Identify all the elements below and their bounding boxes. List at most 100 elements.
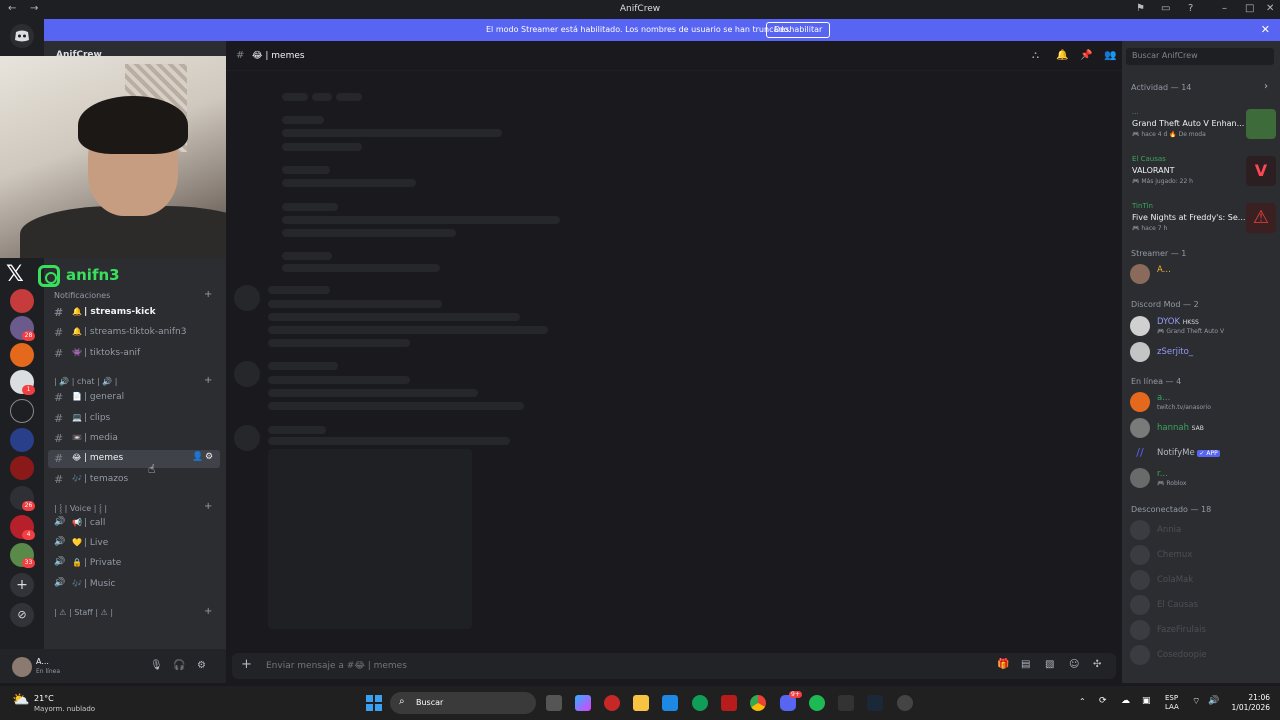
avatar[interactable] xyxy=(12,657,32,677)
add-channel-icon[interactable]: + xyxy=(204,375,212,386)
server-icon[interactable]: 4 xyxy=(10,515,35,540)
discord-home-icon[interactable] xyxy=(10,24,34,48)
help-icon[interactable]: ? xyxy=(1188,3,1193,14)
channel-streams-kick[interactable]: # 🔔 | streams-kick xyxy=(48,304,220,322)
chrome-icon[interactable] xyxy=(750,695,766,711)
message-input[interactable] xyxy=(266,658,866,674)
app-icon[interactable] xyxy=(721,695,737,711)
channel-general[interactable]: # 📄 | general xyxy=(48,389,220,407)
member-list-icon[interactable]: 👥 xyxy=(1104,50,1116,61)
server-icon[interactable] xyxy=(10,428,34,452)
server-icon[interactable] xyxy=(10,399,34,423)
add-server-icon[interactable]: + xyxy=(10,573,34,597)
channel-media[interactable]: # 📼 | media xyxy=(48,430,220,448)
chevron-up-icon[interactable]: ⌃ xyxy=(1079,697,1086,706)
member-item[interactable]: // NotifyMe ✓ APP xyxy=(1130,442,1276,466)
pin-icon[interactable]: 📌 xyxy=(1080,50,1092,61)
minimize-icon[interactable]: – xyxy=(1222,3,1227,14)
gift-icon[interactable]: 🎁 xyxy=(997,659,1009,670)
spotify-icon[interactable] xyxy=(809,695,825,711)
voice-channel-call[interactable]: 🔊 📢 | call xyxy=(48,515,220,533)
tray-icon[interactable]: ▣ xyxy=(1142,696,1151,706)
member-item[interactable]: Annia xyxy=(1130,519,1276,543)
discord-taskbar-icon[interactable]: 9+ xyxy=(780,691,802,711)
bell-icon[interactable]: 🔔 xyxy=(1056,50,1068,61)
member-item[interactable]: ColaMak xyxy=(1130,569,1276,593)
channel-streams-tiktok[interactable]: # 🔔 | streams-tiktok-anifn3 xyxy=(48,324,220,342)
sticker-icon[interactable]: ▧ xyxy=(1045,659,1054,670)
activity-card[interactable]: El Causas VALORANT 🎮 Más jugado: 22 h V xyxy=(1126,153,1276,193)
store-icon[interactable] xyxy=(662,695,678,711)
settings-icon[interactable]: ⚙ xyxy=(197,660,206,671)
server-icon[interactable] xyxy=(10,343,34,367)
clock[interactable]: 21:06 1/01/2026 xyxy=(1228,693,1270,713)
taskbar-search[interactable]: ⌕ Buscar xyxy=(390,692,536,714)
task-view-icon[interactable] xyxy=(546,695,562,711)
server-icon[interactable] xyxy=(10,456,34,480)
server-icon[interactable]: 1 xyxy=(10,370,35,395)
app-icon[interactable] xyxy=(897,695,913,711)
voice-channel-private[interactable]: 🔊 🔒 | Private xyxy=(48,555,220,573)
activity-card[interactable]: TinTin Five Nights at Freddy's: Se... 🎮 … xyxy=(1126,200,1276,240)
wifi-icon[interactable]: ⌔ xyxy=(1192,696,1200,707)
category-notifications[interactable]: Notificaciones xyxy=(54,291,110,300)
chevron-right-icon[interactable]: › xyxy=(1264,81,1268,92)
add-channel-icon[interactable]: + xyxy=(204,289,212,300)
category-chat[interactable]: | 🔊 | chat | 🔊 | xyxy=(54,377,117,386)
member-item[interactable]: a... twitch.tv/anasorio xyxy=(1130,391,1276,415)
channel-temazos[interactable]: # 🎶 | temazos xyxy=(48,471,220,489)
invite-icon[interactable]: 👤 xyxy=(192,452,203,462)
member-item[interactable]: Cosedoopie xyxy=(1130,644,1276,668)
channel-tiktoks-anif[interactable]: # 👾 | tiktoks-anif xyxy=(48,345,220,363)
channel-memes[interactable]: # 😂 | memes 👤 ⚙ xyxy=(48,450,220,468)
threads-icon[interactable]: ⛬ xyxy=(1032,50,1039,61)
server-icon[interactable]: 33 xyxy=(10,543,35,568)
server-icon[interactable]: 28 xyxy=(10,316,35,341)
disable-streamer-button[interactable]: Deshabilitar xyxy=(766,22,831,38)
member-item[interactable]: FazeFirulais xyxy=(1130,619,1276,643)
member-item[interactable]: A... xyxy=(1130,263,1276,287)
emoji-icon[interactable]: ☺ xyxy=(1069,659,1079,670)
member-item[interactable]: El Causas xyxy=(1130,594,1276,618)
category-staff[interactable]: | ⚠ | Staff | ⚠ | xyxy=(54,608,113,617)
search-input[interactable]: Buscar AnifCrew xyxy=(1126,48,1274,65)
microphone-icon[interactable]: 🎙 xyxy=(150,660,163,671)
server-icon[interactable]: 26 xyxy=(10,486,35,511)
member-item[interactable]: zSerjito_ xyxy=(1130,341,1276,365)
member-item[interactable]: Chemux xyxy=(1130,544,1276,568)
tray-icon[interactable]: ⟳ xyxy=(1099,696,1107,706)
close-window-icon[interactable]: ✕ xyxy=(1266,3,1274,14)
weather-icon[interactable]: ⛅ xyxy=(12,692,29,708)
voice-channel-live[interactable]: 🔊 💛 | Live xyxy=(48,535,220,553)
copilot-icon[interactable] xyxy=(575,695,591,711)
volume-icon[interactable]: 🔊 xyxy=(1208,696,1219,706)
member-item[interactable]: hannah SAB xyxy=(1130,417,1276,441)
apps-icon[interactable]: ✣ xyxy=(1093,659,1101,670)
member-item[interactable]: r... 🎮 Roblox xyxy=(1130,467,1276,491)
gear-icon[interactable]: ⚙ xyxy=(205,452,213,462)
add-channel-icon[interactable]: + xyxy=(204,606,212,617)
headphones-icon[interactable]: 🎧 xyxy=(173,660,185,671)
channel-clips[interactable]: # 💻 | clips xyxy=(48,410,220,428)
tray-icon[interactable]: ☁ xyxy=(1121,696,1130,706)
windows-start-icon[interactable] xyxy=(366,695,382,711)
steam-icon[interactable] xyxy=(867,695,883,711)
epic-games-icon[interactable] xyxy=(838,695,854,711)
add-attachment-icon[interactable]: + xyxy=(241,658,252,672)
inbox-icon[interactable]: ▭ xyxy=(1161,3,1170,14)
add-channel-icon[interactable]: + xyxy=(204,501,212,512)
gif-icon[interactable]: ▤ xyxy=(1021,659,1030,670)
language-indicator[interactable]: ESP LAA xyxy=(1165,694,1179,712)
file-explorer-icon[interactable] xyxy=(633,695,649,711)
close-banner-icon[interactable]: ✕ xyxy=(1261,23,1270,36)
edge-icon[interactable] xyxy=(692,695,708,711)
voice-channel-music[interactable]: 🔊 🎶 | Music xyxy=(48,576,220,594)
activity-card[interactable]: ... Grand Theft Auto V Enhan... 🎮 hace 4… xyxy=(1126,106,1276,146)
member-item[interactable]: DYOK HKSS 🎮 Grand Theft Auto V xyxy=(1130,315,1276,339)
discover-icon[interactable]: ⊘ xyxy=(10,603,34,627)
pin-icon[interactable]: ⚑ xyxy=(1136,3,1145,14)
maximize-icon[interactable]: □ xyxy=(1245,3,1254,14)
category-voice[interactable]: | ⸾ | Voice | ⸾ | xyxy=(54,503,107,514)
app-icon[interactable] xyxy=(604,695,620,711)
server-icon[interactable] xyxy=(10,289,34,313)
